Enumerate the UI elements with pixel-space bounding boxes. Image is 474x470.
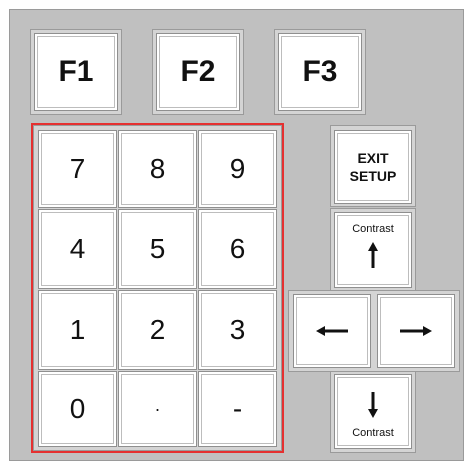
- f3-button[interactable]: F3: [278, 33, 362, 111]
- key-7[interactable]: 7: [38, 130, 117, 208]
- key-0[interactable]: 0: [38, 371, 117, 447]
- contrast-down-label: Contrast: [352, 427, 394, 439]
- contrast-down-button[interactable]: Contrast: [334, 374, 412, 449]
- key-2[interactable]: 2: [118, 290, 197, 370]
- f2-button[interactable]: F2: [156, 33, 240, 111]
- key-decimal-point[interactable]: ·: [118, 371, 197, 447]
- key-9[interactable]: 9: [198, 130, 277, 208]
- contrast-up-button[interactable]: Contrast: [334, 212, 412, 288]
- contrast-up-label: Contrast: [352, 223, 394, 235]
- arrow-up-icon: [367, 242, 379, 268]
- arrow-right-icon: [400, 325, 432, 337]
- key-1[interactable]: 1: [38, 290, 117, 370]
- arrow-right-button[interactable]: [377, 294, 455, 368]
- exit-setup-button[interactable]: EXIT SETUP: [334, 130, 412, 204]
- key-8[interactable]: 8: [118, 130, 197, 208]
- arrow-down-icon: [367, 392, 379, 418]
- setup-label: SETUP: [349, 168, 397, 184]
- exit-label: EXIT: [357, 150, 389, 166]
- key-4[interactable]: 4: [38, 209, 117, 289]
- key-6[interactable]: 6: [198, 209, 277, 289]
- key-5[interactable]: 5: [118, 209, 197, 289]
- f1-button[interactable]: F1: [34, 33, 118, 111]
- arrow-left-button[interactable]: [293, 294, 371, 368]
- arrow-left-icon: [316, 325, 348, 337]
- key-minus[interactable]: -: [198, 371, 277, 447]
- key-3[interactable]: 3: [198, 290, 277, 370]
